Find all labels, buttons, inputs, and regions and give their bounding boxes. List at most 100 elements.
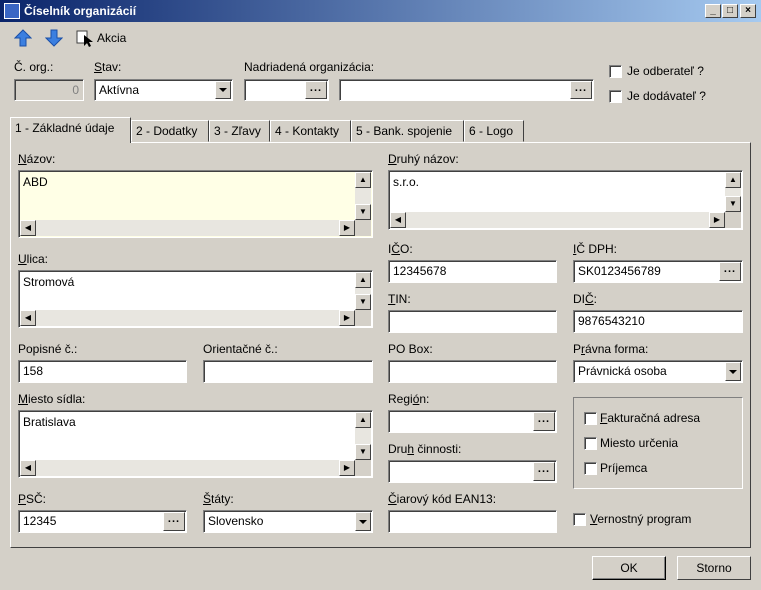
fakturacna-adresa-label: Fakturačná adresa xyxy=(600,411,701,425)
orientacne-field[interactable] xyxy=(203,360,373,383)
scroll-down-icon[interactable]: ▼ xyxy=(355,444,371,460)
scroll-down-icon[interactable]: ▼ xyxy=(725,196,741,212)
vertical-scrollbar[interactable]: ▲ ▼ xyxy=(725,172,741,212)
ciarovy-kod-label: Čiarový kód EAN13: xyxy=(388,492,497,506)
region-label: Región: xyxy=(388,392,430,406)
scroll-right-icon[interactable]: ▶ xyxy=(339,460,355,476)
corg-field: 0 xyxy=(14,79,84,101)
scroll-left-icon[interactable]: ◀ xyxy=(20,220,36,236)
pravna-forma-select[interactable]: Právnická osoba xyxy=(573,360,743,383)
close-button[interactable]: × xyxy=(740,4,756,18)
nadriadena-code-browse-button[interactable]: ... xyxy=(305,81,327,99)
pobox-field[interactable] xyxy=(388,360,557,383)
druh-cinnosti-browse-button[interactable]: ... xyxy=(533,462,555,481)
miesto-urcenia-label: Miesto určenia xyxy=(600,436,679,450)
scroll-up-icon[interactable]: ▲ xyxy=(725,172,741,188)
miesto-urcenia-checkbox[interactable] xyxy=(584,437,597,450)
scroll-left-icon[interactable]: ◀ xyxy=(20,310,36,326)
stav-select[interactable]: Aktívna xyxy=(94,79,233,101)
nadriadena-name-field[interactable] xyxy=(339,79,594,101)
horizontal-scrollbar[interactable]: ◀ ▶ xyxy=(20,310,355,326)
akcia-button[interactable]: Akcia xyxy=(76,28,126,48)
dodavatel-checkbox[interactable] xyxy=(609,90,622,103)
tab-label: 5 - Bank. spojenie xyxy=(356,124,453,138)
tab-label: 6 - Logo xyxy=(469,124,514,138)
icdph-field[interactable]: SK0123456789 xyxy=(573,260,743,283)
dic-field[interactable]: 9876543210 xyxy=(573,310,743,333)
app-icon xyxy=(4,3,20,19)
miesto-sidla-memo[interactable]: Bratislava ▲ ▼ ◀ ▶ xyxy=(18,410,373,478)
popisne-field[interactable]: 158 xyxy=(18,360,187,383)
druhy-nazov-memo[interactable]: s.r.o. ▲ ▼ ◀ ▶ xyxy=(388,170,743,230)
tab-dodatky[interactable]: 2 - Dodatky xyxy=(131,120,209,142)
scroll-up-icon[interactable]: ▲ xyxy=(355,272,371,288)
tab-zakladne-udaje[interactable]: 1 - Základné údaje xyxy=(10,117,131,143)
move-down-button[interactable] xyxy=(45,28,63,48)
nazov-value: ABD xyxy=(23,175,48,189)
orientacne-label: Orientačné č.: xyxy=(203,342,278,356)
staty-value: Slovensko xyxy=(208,514,264,528)
scroll-up-icon[interactable]: ▲ xyxy=(355,412,371,428)
pravna-forma-dropdown-button[interactable] xyxy=(725,362,741,381)
region-browse-button[interactable]: ... xyxy=(533,412,555,431)
maximize-button[interactable]: □ xyxy=(722,4,738,18)
ulica-memo[interactable]: Stromová ▲ ▼ ◀ ▶ xyxy=(18,270,373,328)
scroll-up-icon[interactable]: ▲ xyxy=(355,172,371,188)
tab-zlavy[interactable]: 3 - Zľavy xyxy=(209,120,270,142)
odberatel-checkbox[interactable] xyxy=(609,65,622,78)
stav-dropdown-button[interactable] xyxy=(215,81,231,99)
ciarovy-kod-field[interactable] xyxy=(388,510,557,533)
horizontal-scrollbar[interactable]: ◀ ▶ xyxy=(390,212,725,228)
prijemca-checkbox[interactable] xyxy=(584,462,597,475)
icdph-label: IČ DPH: xyxy=(573,242,618,256)
scroll-left-icon[interactable]: ◀ xyxy=(390,212,406,228)
nadriadena-name-browse-button[interactable]: ... xyxy=(570,81,592,99)
vernostny-program-checkbox[interactable] xyxy=(573,513,586,526)
horizontal-scrollbar[interactable]: ◀ ▶ xyxy=(20,220,355,236)
tab-logo[interactable]: 6 - Logo xyxy=(464,120,524,142)
pobox-label: PO Box: xyxy=(388,342,433,356)
stav-label: Stav: xyxy=(94,60,122,74)
stav-value: Aktívna xyxy=(99,83,140,97)
vertical-scrollbar[interactable]: ▲ ▼ xyxy=(355,272,371,310)
tin-field[interactable] xyxy=(388,310,557,333)
scroll-left-icon[interactable]: ◀ xyxy=(20,460,36,476)
odberatel-label: Je odberateľ ? xyxy=(627,64,704,78)
storno-button[interactable]: Storno xyxy=(677,556,751,580)
vertical-scrollbar[interactable]: ▲ ▼ xyxy=(355,412,371,460)
ulica-label: Ulica: xyxy=(18,252,49,266)
scroll-corner xyxy=(355,460,371,476)
ok-button[interactable]: OK xyxy=(592,556,666,580)
horizontal-scrollbar[interactable]: ◀ ▶ xyxy=(20,460,355,476)
psc-browse-button[interactable]: ... xyxy=(163,512,185,531)
tab-label: 4 - Kontakty xyxy=(275,124,340,138)
dic-label: DIČ: xyxy=(573,292,598,306)
icdph-browse-button[interactable]: ... xyxy=(719,262,741,281)
scroll-down-icon[interactable]: ▼ xyxy=(355,204,371,220)
staty-select[interactable]: Slovensko xyxy=(203,510,373,533)
minimize-button[interactable]: _ xyxy=(705,4,721,18)
region-field[interactable] xyxy=(388,410,557,433)
psc-field[interactable]: 12345 xyxy=(18,510,187,533)
scroll-right-icon[interactable]: ▶ xyxy=(709,212,725,228)
chevron-down-icon xyxy=(359,520,367,524)
fakturacna-adresa-checkbox[interactable] xyxy=(584,412,597,425)
druh-cinnosti-label: Druh činnosti: xyxy=(388,442,462,456)
dodavatel-label: Je dodávateľ ? xyxy=(627,89,706,103)
scroll-down-icon[interactable]: ▼ xyxy=(355,294,371,310)
ico-field[interactable]: 12345678 xyxy=(388,260,557,283)
prijemca-label: Príjemca xyxy=(600,461,648,475)
tab-kontakty[interactable]: 4 - Kontakty xyxy=(270,120,351,142)
scroll-right-icon[interactable]: ▶ xyxy=(339,220,355,236)
nazov-memo[interactable]: ABD ▲ ▼ ◀ ▶ xyxy=(18,170,373,238)
tab-bank-spojenie[interactable]: 5 - Bank. spojenie xyxy=(351,120,464,142)
miesto-sidla-label: Miesto sídla: xyxy=(18,392,86,406)
druhy-nazov-value: s.r.o. xyxy=(393,175,420,189)
icdph-value: SK0123456789 xyxy=(578,264,661,278)
druh-cinnosti-field[interactable] xyxy=(388,460,557,483)
scroll-right-icon[interactable]: ▶ xyxy=(339,310,355,326)
staty-dropdown-button[interactable] xyxy=(355,512,371,531)
vertical-scrollbar[interactable]: ▲ ▼ xyxy=(355,172,371,220)
move-up-button[interactable] xyxy=(14,28,32,48)
tab-label: 2 - Dodatky xyxy=(136,124,198,138)
